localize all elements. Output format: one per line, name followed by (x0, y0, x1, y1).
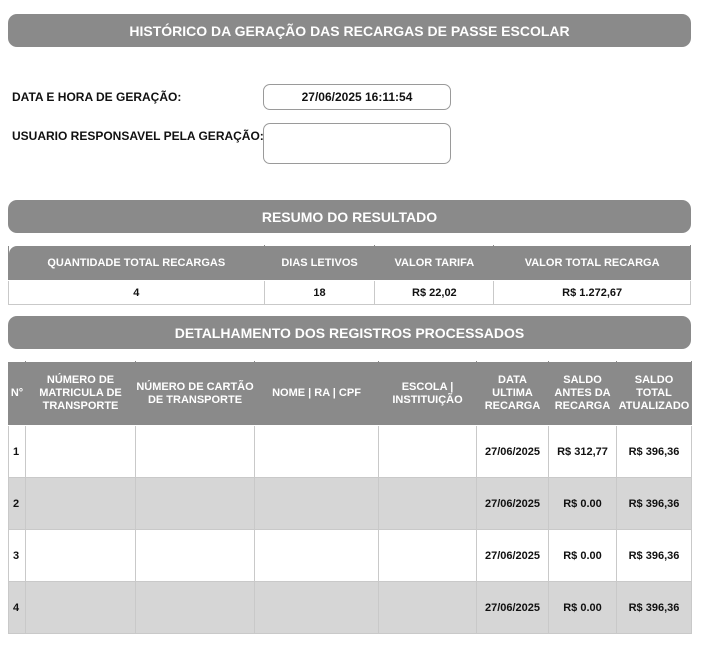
summary-dias-letivos: 18 (263, 280, 376, 305)
summary-table: QUANTIDADE TOTAL RECARGAS DIAS LETIVOS V… (8, 245, 691, 305)
summary-header-total-recargas: QUANTIDADE TOTAL RECARGAS (8, 245, 265, 281)
summary-valor-total: R$ 1.272,67 (493, 280, 691, 305)
details-header-matricula: NÚMERO DE MATRICULA DE TRANSPORTE (25, 361, 136, 426)
generation-datetime-label: DATA E HORA DE GERAÇÃO: (12, 90, 182, 104)
page-title: HISTÓRICO DA GERAÇÃO DAS RECARGAS DE PAS… (8, 14, 691, 47)
row-number: 1 (8, 425, 26, 478)
responsible-user-label: USUARIO RESPONSAVEL PELA GERAÇÃO: (12, 129, 264, 143)
summary-section-title: RESUMO DO RESULTADO (8, 200, 691, 233)
row-escola (378, 529, 477, 582)
details-header-saldo-total: SALDO TOTAL ATUALIZADO (616, 361, 692, 426)
summary-valor-tarifa: R$ 22,02 (374, 280, 495, 305)
details-table: N° NÚMERO DE MATRICULA DE TRANSPORTE NÚM… (8, 361, 692, 634)
row-saldo-total: R$ 396,36 (616, 425, 692, 478)
row-number: 3 (8, 529, 26, 582)
row-saldo-antes: R$ 312,77 (548, 425, 617, 478)
row-data: 27/06/2025 (476, 529, 549, 582)
row-data: 27/06/2025 (476, 425, 549, 478)
summary-header-row: QUANTIDADE TOTAL RECARGAS DIAS LETIVOS V… (8, 245, 691, 281)
row-matricula (25, 529, 136, 582)
row-matricula (25, 581, 136, 634)
table-row: 2 27/06/2025 R$ 0.00 R$ 396,36 (8, 477, 692, 530)
summary-header-dias-letivos: DIAS LETIVOS (263, 245, 376, 281)
row-escola (378, 477, 477, 530)
row-escola (378, 581, 477, 634)
summary-header-valor-tarifa: VALOR TARIFA (374, 245, 495, 281)
row-cartao (135, 425, 255, 478)
summary-values-row: 4 18 R$ 22,02 R$ 1.272,67 (8, 280, 691, 305)
details-header-data: DATA ULTIMA RECARGA (476, 361, 549, 426)
row-escola (378, 425, 477, 478)
row-cartao (135, 477, 255, 530)
row-nome (254, 477, 379, 530)
row-saldo-total: R$ 396,36 (616, 581, 692, 634)
summary-header-valor-total: VALOR TOTAL RECARGA (493, 245, 691, 281)
row-cartao (135, 529, 255, 582)
row-saldo-total: R$ 396,36 (616, 529, 692, 582)
row-matricula (25, 425, 136, 478)
summary-total-recargas: 4 (8, 280, 265, 305)
row-nome (254, 581, 379, 634)
row-number: 4 (8, 581, 26, 634)
row-saldo-antes: R$ 0.00 (548, 581, 617, 634)
row-nome (254, 529, 379, 582)
row-number: 2 (8, 477, 26, 530)
responsible-user-field (263, 123, 451, 164)
details-header-saldo-antes: SALDO ANTES DA RECARGA (548, 361, 617, 426)
details-header-n: N° (8, 361, 26, 426)
details-section-title: DETALHAMENTO DOS REGISTROS PROCESSADOS (8, 316, 691, 349)
row-saldo-antes: R$ 0.00 (548, 477, 617, 530)
details-header-nome: NOME | RA | CPF (254, 361, 379, 426)
table-row: 4 27/06/2025 R$ 0.00 R$ 396,36 (8, 581, 692, 634)
table-row: 1 27/06/2025 R$ 312,77 R$ 396,36 (8, 425, 692, 478)
row-cartao (135, 581, 255, 634)
row-matricula (25, 477, 136, 530)
details-header-cartao: NÚMERO DE CARTÃO DE TRANSPORTE (135, 361, 255, 426)
generation-datetime-field: 27/06/2025 16:11:54 (263, 84, 451, 110)
row-data: 27/06/2025 (476, 477, 549, 530)
table-row: 3 27/06/2025 R$ 0.00 R$ 396,36 (8, 529, 692, 582)
row-saldo-total: R$ 396,36 (616, 477, 692, 530)
row-nome (254, 425, 379, 478)
details-header-escola: ESCOLA | INSTITUIÇÃO (378, 361, 477, 426)
row-saldo-antes: R$ 0.00 (548, 529, 617, 582)
row-data: 27/06/2025 (476, 581, 549, 634)
details-header-row: N° NÚMERO DE MATRICULA DE TRANSPORTE NÚM… (8, 361, 692, 426)
